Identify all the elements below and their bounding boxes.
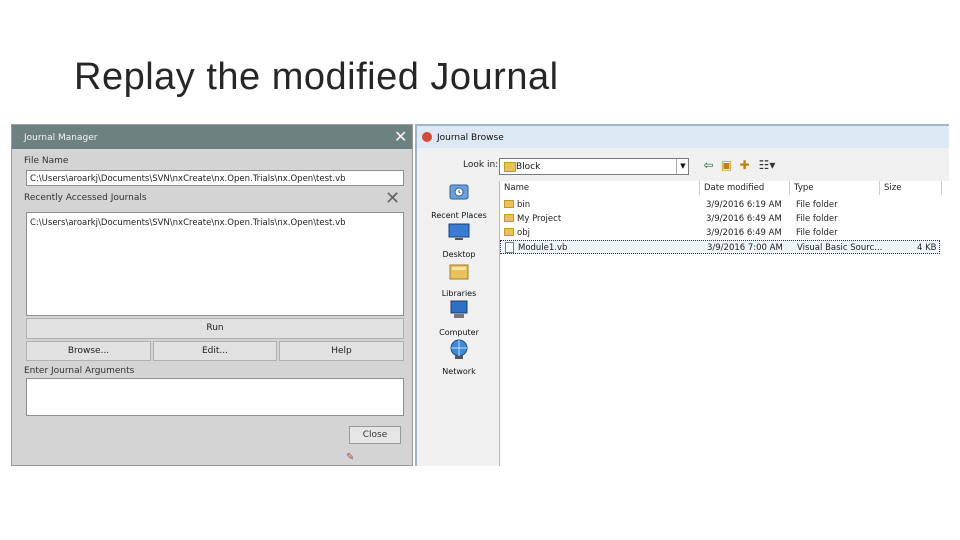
file-name: Module1.vb xyxy=(518,243,568,253)
look-in-label: Look in: xyxy=(463,160,499,170)
folder-icon xyxy=(504,228,514,236)
file-name: bin xyxy=(517,200,531,210)
help-button[interactable]: Help xyxy=(279,341,404,361)
new-folder-icon[interactable]: ✚ xyxy=(737,158,752,173)
vb-file-icon xyxy=(505,242,514,253)
look-in-value: Block xyxy=(516,162,541,172)
run-button[interactable]: Run xyxy=(26,318,404,339)
journal-arguments-input[interactable] xyxy=(26,378,404,416)
computer-icon xyxy=(450,300,468,318)
file-name: My Project xyxy=(517,214,562,224)
column-header-size[interactable]: Size xyxy=(880,181,942,195)
back-icon[interactable]: ⇦ xyxy=(701,158,716,173)
chevron-down-icon[interactable]: ▼ xyxy=(676,159,689,174)
view-menu-icon[interactable]: ☷▾ xyxy=(755,158,779,173)
mouse-cursor-icon: ✎ xyxy=(346,452,355,463)
journal-manager-title: Journal Manager xyxy=(24,133,98,143)
place-recent-places[interactable]: Recent Places xyxy=(425,181,493,220)
folder-icon xyxy=(504,200,514,208)
file-type: Visual Basic Sourc... xyxy=(797,243,883,253)
libraries-icon xyxy=(449,264,469,280)
folder-icon xyxy=(504,162,516,172)
file-name: obj xyxy=(517,228,530,238)
place-label: Libraries xyxy=(441,289,477,298)
journal-arguments-label: Enter Journal Arguments xyxy=(24,366,135,376)
network-icon xyxy=(450,339,468,359)
place-desktop[interactable]: Desktop xyxy=(425,220,493,259)
journal-browse-dialog: Journal Browse Look in: Block ▼ ⇦ ▣ ✚ ☷▾… xyxy=(415,124,949,466)
place-label: Desktop xyxy=(442,250,476,259)
column-header-date[interactable]: Date modified xyxy=(700,181,790,195)
journal-manager-titlebar[interactable]: Journal Manager ✕ xyxy=(12,125,412,149)
look-in-dropdown[interactable]: Block ▼ xyxy=(499,158,689,175)
file-name-label: File Name xyxy=(24,156,69,166)
table-row[interactable]: bin 3/9/2016 6:19 AM File folder xyxy=(500,198,940,212)
table-row-selected[interactable]: Module1.vb 3/9/2016 7:00 AM Visual Basic… xyxy=(500,240,940,254)
browse-button[interactable]: Browse... xyxy=(26,341,151,361)
clear-list-icon[interactable]: ✕ xyxy=(385,189,400,209)
file-type: File folder xyxy=(796,228,838,238)
journal-browse-titlebar[interactable]: Journal Browse xyxy=(417,126,949,148)
journal-browse-title: Journal Browse xyxy=(437,133,504,143)
folder-icon xyxy=(504,214,514,222)
file-name-field[interactable]: C:\Users\aroarkj\Documents\SVN\nxCreate\… xyxy=(26,170,404,186)
place-label: Network xyxy=(442,367,476,376)
recent-journals-list[interactable]: C:\Users\aroarkj\Documents\SVN\nxCreate\… xyxy=(26,212,404,316)
place-label: Recent Places xyxy=(431,211,487,220)
table-row[interactable]: obj 3/9/2016 6:49 AM File folder xyxy=(500,226,940,240)
slide-title: Replay the modified Journal xyxy=(74,56,559,98)
edit-button[interactable]: Edit... xyxy=(153,341,277,361)
file-date: 3/9/2016 6:49 AM xyxy=(706,214,782,224)
places-bar: Recent Places Desktop Libraries Computer xyxy=(425,181,493,461)
recent-places-icon xyxy=(449,184,469,200)
recent-journals-label: Recently Accessed Journals xyxy=(24,193,147,203)
file-list[interactable]: Name Date modified Type Size bin 3/9/201… xyxy=(499,181,949,466)
file-date: 3/9/2016 6:19 AM xyxy=(706,200,782,210)
close-icon[interactable]: ✕ xyxy=(394,127,407,147)
file-date: 3/9/2016 7:00 AM xyxy=(707,243,783,253)
close-button[interactable]: Close xyxy=(349,426,401,444)
journal-manager-dialog: Journal Manager ✕ File Name C:\Users\aro… xyxy=(11,124,413,466)
place-libraries[interactable]: Libraries xyxy=(425,259,493,298)
place-computer[interactable]: Computer xyxy=(425,298,493,337)
place-label: Computer xyxy=(439,328,479,337)
nx-logo-icon xyxy=(422,132,432,142)
file-date: 3/9/2016 6:49 AM xyxy=(706,228,782,238)
up-folder-icon[interactable]: ▣ xyxy=(719,158,734,173)
file-size: 4 KB xyxy=(917,243,937,253)
column-header-name[interactable]: Name xyxy=(500,181,700,195)
table-row[interactable]: My Project 3/9/2016 6:49 AM File folder xyxy=(500,212,940,226)
file-type: File folder xyxy=(796,214,838,224)
place-network[interactable]: Network xyxy=(425,337,493,376)
column-header-type[interactable]: Type xyxy=(790,181,880,195)
recent-journal-item[interactable]: C:\Users\aroarkj\Documents\SVN\nxCreate\… xyxy=(30,218,400,228)
file-type: File folder xyxy=(796,200,838,210)
desktop-icon xyxy=(448,223,470,240)
